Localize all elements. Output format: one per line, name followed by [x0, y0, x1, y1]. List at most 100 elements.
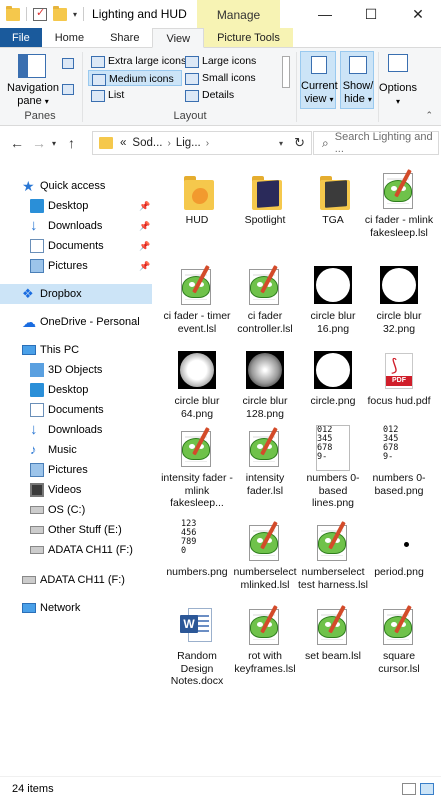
tab-view[interactable]: View	[152, 28, 205, 48]
folder-icon	[99, 137, 113, 149]
file-item[interactable]: period.png	[363, 520, 435, 579]
layout-medium-icons[interactable]: Medium icons	[88, 70, 182, 86]
sidebar-item-adata-f[interactable]: ADATA CH11 (F:)	[0, 540, 152, 560]
file-item[interactable]: ci fader - mlink fakesleep.lsl	[363, 168, 435, 239]
sidebar-item-downloads[interactable]: ↓ Downloads 📌	[0, 216, 152, 236]
file-item[interactable]: numberselect mlinked.lsl	[229, 520, 301, 591]
recent-locations-chevron-icon[interactable]: ▾	[52, 139, 56, 148]
sidebar-item-3d-objects[interactable]: 3D Objects	[0, 360, 152, 380]
file-item[interactable]: circle blur 64.png	[161, 349, 233, 420]
layout-large-icons[interactable]: Large icons	[182, 53, 276, 69]
refresh-icon[interactable]: ↻	[294, 135, 305, 151]
file-item[interactable]: HUD	[161, 168, 233, 227]
sidebar-item-os-c[interactable]: OS (C:)	[0, 500, 152, 520]
details-pane-icon[interactable]	[62, 84, 74, 95]
file-item[interactable]: circle blur 32.png	[363, 264, 435, 335]
navigation-pane-button[interactable]: Navigation pane ▾	[6, 82, 60, 108]
file-name: circle blur 64.png	[174, 395, 220, 420]
file-item[interactable]: square cursor.lsl	[363, 604, 435, 675]
file-item[interactable]: Spotlight	[229, 168, 301, 227]
sidebar-item-dropbox[interactable]: ❖ Dropbox	[0, 284, 152, 304]
current-view-button[interactable]: Current view ▾	[300, 51, 338, 109]
file-name: set beam.lsl	[304, 650, 362, 662]
sidebar-item-documents[interactable]: Documents	[0, 400, 152, 420]
file-item[interactable]: ⟆ PDF focus hud.pdf	[363, 349, 435, 408]
up-arrow-icon[interactable]: ↑	[68, 135, 75, 151]
file-item[interactable]: 123 456 789 0 numbers.png	[161, 520, 233, 579]
file-item[interactable]: 012 345 678 9- numbers 0-based lines.png	[297, 425, 369, 510]
forward-arrow-icon[interactable]: →	[32, 135, 46, 151]
address-bar[interactable]: « Sod... › Lig... › ▾ ↻	[92, 131, 312, 155]
file-item[interactable]: circle blur 128.png	[229, 349, 301, 420]
properties-icon[interactable]	[33, 6, 47, 21]
sidebar-item-label: Videos	[48, 484, 82, 496]
file-item[interactable]: set beam.lsl	[297, 604, 369, 663]
navigation-pane-icon[interactable]	[18, 54, 46, 78]
chevron-right-icon[interactable]: ›	[167, 138, 170, 149]
sidebar-item-quick-access[interactable]: ★ Quick access	[0, 176, 152, 196]
search-input[interactable]: ⌕ Search Lighting and ...	[313, 131, 439, 155]
pin-icon[interactable]: 📌	[139, 236, 150, 256]
large-icons-view-icon[interactable]	[420, 783, 434, 795]
file-item[interactable]: TGA	[297, 168, 369, 227]
pin-icon[interactable]: 📌	[139, 256, 150, 276]
sidebar-item-desktop[interactable]: Desktop	[0, 380, 152, 400]
chevron-right-icon[interactable]: ›	[206, 138, 209, 149]
tab-picture-tools[interactable]: Picture Tools	[204, 28, 293, 47]
file-item[interactable]: circle.png	[297, 349, 369, 408]
tab-file[interactable]: File	[0, 28, 42, 47]
sidebar-item-videos[interactable]: Videos	[0, 480, 152, 500]
file-item[interactable]: W Random Design Notes.docx	[161, 604, 233, 688]
file-item[interactable]: 012 345 678 9- numbers 0-based.png	[363, 426, 435, 497]
sidebar-item-other-stuff-e[interactable]: Other Stuff (E:)	[0, 520, 152, 540]
chevron-down-icon: ▾	[395, 97, 400, 106]
sidebar-item-network[interactable]: Network	[0, 598, 152, 618]
address-history-chevron-icon[interactable]: ▾	[279, 139, 283, 148]
close-button[interactable]: ✕	[395, 0, 441, 28]
tab-home[interactable]: Home	[42, 28, 97, 47]
file-item[interactable]: circle blur 16.png	[297, 264, 369, 335]
maximize-button[interactable]: ☐	[348, 0, 394, 28]
sidebar-item-label: Dropbox	[40, 288, 82, 300]
layout-scroll-icon[interactable]	[282, 56, 290, 88]
details-view-icon[interactable]	[402, 783, 416, 795]
file-name: HUD	[185, 214, 209, 226]
options-button[interactable]: Options ▾	[378, 82, 418, 108]
new-folder-icon[interactable]	[53, 5, 67, 21]
layout-small-icons[interactable]: Small icons	[182, 70, 276, 86]
sidebar-item-documents[interactable]: Documents 📌	[0, 236, 152, 256]
collapse-ribbon-icon[interactable]: ⌃	[425, 110, 433, 121]
sidebar-item-adata-f[interactable]: ADATA CH11 (F:)	[0, 570, 152, 590]
sidebar-item-label: Network	[40, 602, 81, 614]
sidebar-item-onedrive[interactable]: ☁ OneDrive - Personal	[0, 312, 152, 332]
sidebar-item-pictures[interactable]: Pictures	[0, 460, 152, 480]
window-title: Lighting and HUD	[92, 7, 187, 21]
file-item[interactable]: ci fader controller.lsl	[229, 264, 301, 335]
pin-icon[interactable]: 📌	[139, 196, 150, 216]
show-hide-button[interactable]: Show/ hide ▾	[340, 51, 374, 109]
layout-list[interactable]: List	[88, 87, 182, 103]
file-name: Random Design Notes.docx	[170, 650, 224, 687]
file-item[interactable]: ci fader - timer event.lsl	[161, 264, 233, 335]
preview-pane-icon[interactable]	[62, 58, 74, 69]
sidebar-item-desktop[interactable]: Desktop 📌	[0, 196, 152, 216]
breadcrumb-overflow[interactable]: «	[120, 137, 126, 149]
sidebar-item-music[interactable]: ♪ Music	[0, 440, 152, 460]
layout-extra-large-icons[interactable]: Extra large icons	[88, 53, 186, 69]
breadcrumb-item[interactable]: Sod...	[132, 137, 162, 149]
file-item[interactable]: intensity fader - mlink fakesleep...	[161, 426, 233, 510]
pin-icon[interactable]: 📌	[139, 216, 150, 236]
file-item[interactable]: numberselect test harness.lsl	[297, 520, 369, 591]
file-item[interactable]: intensity fader.lsl	[229, 426, 301, 497]
minimize-button[interactable]: —	[302, 0, 348, 28]
options-icon[interactable]	[388, 54, 408, 72]
sidebar-item-downloads[interactable]: ↓ Downloads	[0, 420, 152, 440]
customize-toolbar-chevron-icon[interactable]: ▾	[73, 10, 77, 19]
sidebar-item-this-pc[interactable]: This PC	[0, 340, 152, 360]
breadcrumb-item[interactable]: Lig...	[176, 137, 201, 149]
tab-share[interactable]: Share	[97, 28, 152, 47]
sidebar-item-pictures[interactable]: Pictures 📌	[0, 256, 152, 276]
file-item[interactable]: rot with keyframes.lsl	[229, 604, 301, 675]
back-arrow-icon[interactable]: ←	[10, 135, 24, 151]
layout-details[interactable]: Details	[182, 87, 276, 103]
